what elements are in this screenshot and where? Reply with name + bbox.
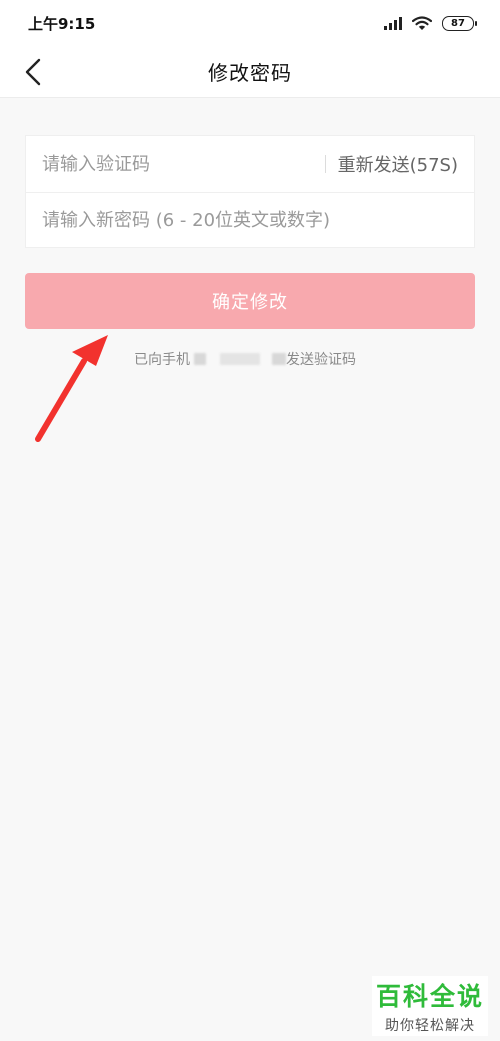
status-icons: 87	[384, 15, 477, 31]
status-time: 上午9:15	[28, 14, 96, 33]
signal-icon	[384, 16, 402, 30]
confirm-change-button[interactable]: 确定修改	[25, 273, 475, 329]
masked-phone-number	[220, 353, 260, 365]
battery-icon: 87	[442, 15, 477, 31]
red-arrow-icon	[35, 335, 108, 442]
page-title: 修改密码	[208, 61, 292, 85]
nav-bar: 修改密码	[0, 46, 500, 98]
verification-code-input[interactable]	[42, 153, 325, 175]
watermark-subtitle: 助你轻松解决	[385, 1018, 475, 1034]
password-form: 重新发送(57S)	[25, 135, 475, 248]
back-arrow-icon	[25, 58, 41, 86]
back-button[interactable]	[16, 55, 50, 89]
watermark-logo: 百科全说 助你轻松解决	[372, 976, 488, 1036]
new-password-input[interactable]	[42, 210, 458, 231]
masked-phone-number	[272, 353, 286, 365]
sent-tip-suffix: 发送验证码	[286, 352, 356, 368]
status-bar: 上午9:15 87	[0, 0, 500, 46]
watermark-title: 百科全说	[375, 982, 484, 1011]
sent-code-tip: 已向手机 发送验证码	[134, 349, 356, 369]
password-row	[26, 192, 474, 248]
code-row: 重新发送(57S)	[26, 136, 474, 192]
masked-phone-number	[194, 353, 206, 365]
divider	[324, 155, 326, 173]
battery-level: 87	[451, 17, 465, 29]
wifi-icon	[412, 15, 432, 30]
sent-tip-prefix: 已向手机	[134, 352, 190, 368]
resend-code-button[interactable]: 重新发送(57S)	[338, 151, 458, 177]
